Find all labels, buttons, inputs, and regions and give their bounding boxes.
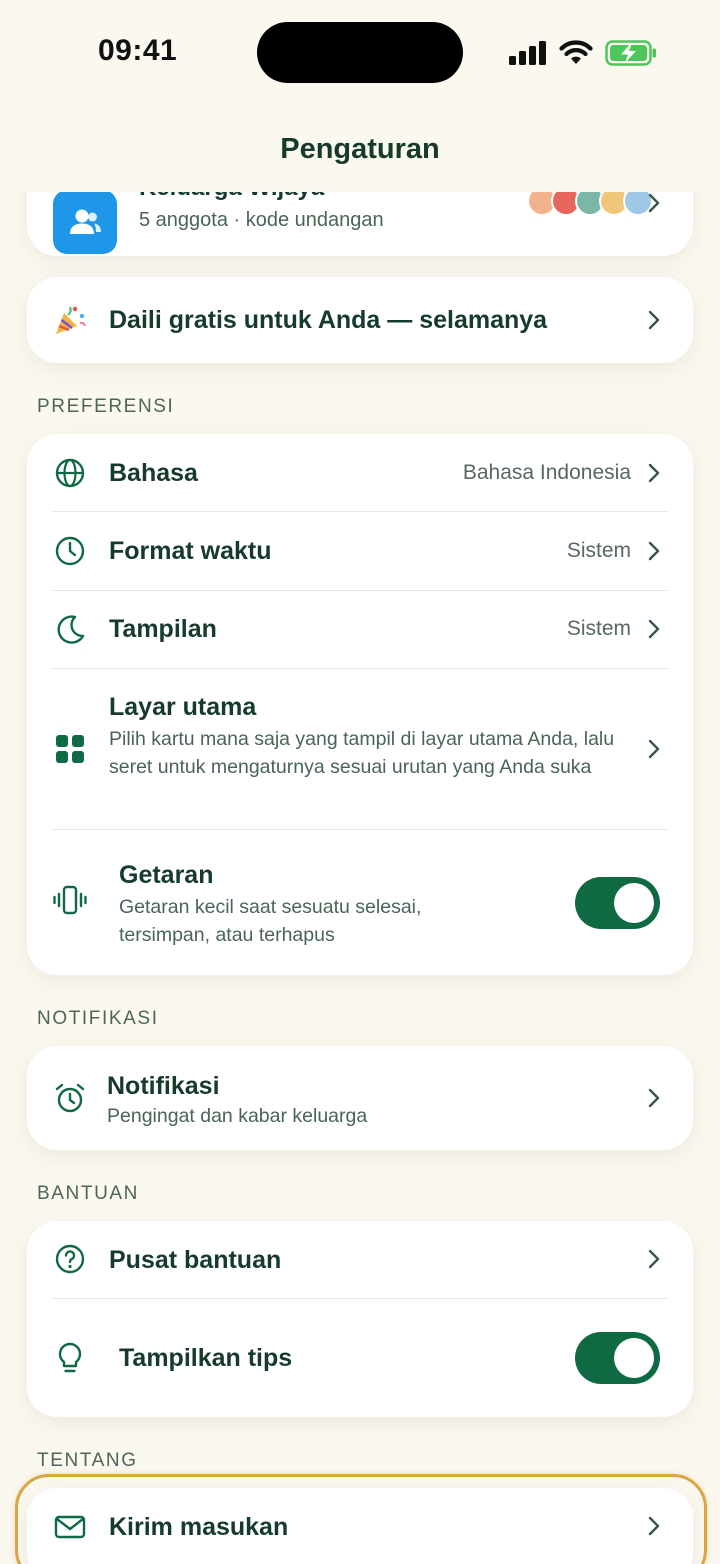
status-icons xyxy=(509,38,657,68)
show-tips-toggle[interactable] xyxy=(575,1332,660,1384)
section-label-notifications: NOTIFIKASI xyxy=(37,1008,159,1029)
setting-subtitle: Pengingat dan kabar keluarga xyxy=(107,1105,368,1127)
grid-icon xyxy=(56,735,84,763)
setting-title: Tampilan xyxy=(109,615,217,643)
setting-subtitle: Pilih kartu mana saja yang tampil di lay… xyxy=(109,728,615,778)
toggle-knob xyxy=(614,1338,654,1378)
setting-row-home-screen[interactable]: Layar utama Pilih kartu mana saja yang t… xyxy=(27,669,693,829)
setting-title: Layar utama xyxy=(109,693,257,721)
wifi-icon xyxy=(559,40,593,64)
notifications-card[interactable]: Notifikasi Pengingat dan kabar keluarga xyxy=(27,1046,693,1150)
status-time: 09:41 xyxy=(98,34,178,67)
preferences-card: Bahasa Bahasa Indonesia Format waktu Sis… xyxy=(27,434,693,975)
chevron-right-icon xyxy=(648,310,660,330)
cellular-signal-icon xyxy=(509,41,546,65)
status-bar: 09:41 xyxy=(0,0,720,110)
clock-icon xyxy=(55,536,85,566)
users-icon xyxy=(70,209,101,234)
chevron-right-icon xyxy=(648,1088,660,1108)
setting-title: Notifikasi xyxy=(107,1072,220,1100)
setting-value: Bahasa Indonesia xyxy=(462,461,631,484)
vibration-icon xyxy=(53,885,87,915)
party-popper-icon xyxy=(56,306,86,334)
moon-icon xyxy=(57,615,85,644)
section-label-help: BANTUAN xyxy=(37,1183,139,1204)
alarm-clock-icon xyxy=(55,1083,85,1113)
chevron-right-icon xyxy=(648,1249,660,1269)
haptics-toggle[interactable] xyxy=(575,877,660,929)
help-card: Pusat bantuan Tampilkan tips xyxy=(27,1221,693,1417)
help-circle-icon xyxy=(55,1244,85,1274)
chevron-right-icon xyxy=(648,463,660,483)
chevron-right-icon xyxy=(648,739,660,759)
focus-highlight xyxy=(15,1474,707,1564)
setting-value: Sistem xyxy=(566,617,631,640)
setting-row-appearance[interactable]: Tampilan Sistem xyxy=(27,591,693,668)
header-bar: Pengaturan xyxy=(0,110,720,192)
section-label-about: TENTANG xyxy=(37,1450,138,1471)
promo-card[interactable]: Daili gratis untuk Anda — selamanya xyxy=(27,277,693,363)
setting-title: Tampilkan tips xyxy=(119,1344,293,1372)
setting-subtitle: Getaran kecil saat sesuatu selesai, ters… xyxy=(119,896,422,946)
lightbulb-icon xyxy=(58,1342,82,1373)
globe-icon xyxy=(55,458,85,488)
setting-row-haptics: Getaran Getaran kecil saat sesuatu seles… xyxy=(27,830,693,975)
setting-row-time-format[interactable]: Format waktu Sistem xyxy=(27,512,693,590)
chevron-right-icon xyxy=(648,541,660,561)
setting-value: Sistem xyxy=(566,539,631,562)
toggle-knob xyxy=(614,883,654,923)
family-subtitle: 5 anggota · kode undangan xyxy=(139,209,384,231)
chevron-right-icon xyxy=(648,193,660,213)
setting-title: Bahasa xyxy=(109,459,198,487)
dynamic-island xyxy=(257,22,463,83)
battery-charging-icon xyxy=(605,40,656,66)
chevron-right-icon xyxy=(648,619,660,639)
family-icon-tile xyxy=(53,190,117,254)
setting-row-language[interactable]: Bahasa Bahasa Indonesia xyxy=(27,434,693,511)
settings-scroll[interactable]: Keluarga Wijaya 5 anggota · kode undanga… xyxy=(0,0,720,1564)
setting-row-help-center[interactable]: Pusat bantuan xyxy=(27,1221,693,1298)
section-label-preferences: PREFERENSI xyxy=(37,396,175,417)
setting-title: Format waktu xyxy=(109,537,272,565)
setting-row-show-tips: Tampilkan tips xyxy=(27,1299,693,1417)
setting-title: Pusat bantuan xyxy=(109,1246,282,1274)
page-title: Pengaturan xyxy=(280,133,440,165)
setting-title: Getaran xyxy=(119,861,214,889)
promo-label: Daili gratis untuk Anda — selamanya xyxy=(109,306,548,334)
